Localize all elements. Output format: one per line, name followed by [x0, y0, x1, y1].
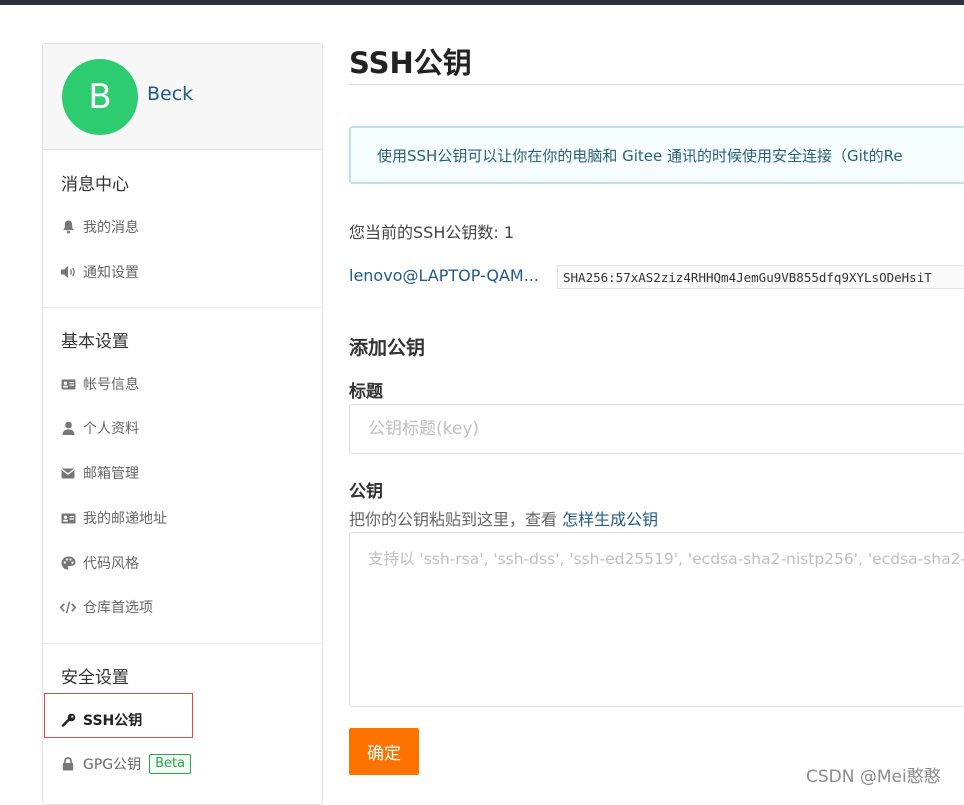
divider — [43, 307, 322, 308]
sidebar-item-email-management[interactable]: 邮箱管理 — [60, 462, 139, 484]
key-icon — [60, 712, 76, 728]
title-divider — [349, 84, 964, 85]
sidebar-item-my-messages[interactable]: 我的消息 — [60, 216, 139, 238]
title-field-label: 标题 — [349, 382, 383, 402]
watermark: CSDN @Mei憨憨 — [806, 767, 941, 787]
sidebar-item-label: 我的消息 — [83, 220, 139, 236]
sidebar-item-account-info[interactable]: 帐号信息 — [60, 373, 139, 395]
sidebar-item-repo-preferences[interactable]: 仓库首选项 — [60, 596, 153, 618]
key-hint: 把你的公钥粘贴到这里，查看 怎样生成公钥 — [349, 506, 658, 530]
sidebar-item-label: 仓库首选项 — [83, 600, 153, 616]
profile-header: B Beck — [43, 44, 322, 150]
code-icon — [60, 599, 76, 615]
section-title-messages: 消息中心 — [61, 175, 129, 195]
username[interactable]: Beck — [147, 83, 193, 105]
sidebar-item-mailing-address[interactable]: 我的邮递地址 — [60, 507, 167, 529]
settings-sidebar: B Beck 消息中心 我的消息 通知设置 基本设置 帐号信息 个人资料 邮箱管… — [42, 43, 323, 805]
how-to-generate-key-link[interactable]: 怎样生成公钥 — [562, 510, 658, 529]
sidebar-item-code-style[interactable]: 代码风格 — [60, 552, 139, 574]
beta-badge: Beta — [149, 754, 192, 774]
key-field-label: 公钥 — [349, 482, 383, 502]
section-title-security-settings: 安全设置 — [61, 668, 129, 688]
sidebar-item-label: 代码风格 — [83, 556, 139, 572]
sidebar-item-gpg-keys[interactable]: GPG公钥 Beta — [60, 753, 192, 775]
sidebar-item-label: GPG公钥 — [83, 757, 142, 773]
sidebar-item-profile[interactable]: 个人资料 — [60, 417, 139, 439]
sidebar-item-ssh-keys[interactable]: SSH公钥 — [60, 709, 142, 731]
info-notice: 使用SSH公钥可以让你在你的电脑和 Gitee 通讯的时候使用安全连接（Git的… — [349, 126, 964, 184]
palette-icon — [60, 555, 76, 571]
speaker-icon — [60, 264, 76, 280]
ssh-key-count: 您当前的SSH公钥数: 1 — [349, 223, 515, 242]
section-title-basic-settings: 基本设置 — [61, 332, 129, 352]
main-content: SSH公钥 使用SSH公钥可以让你在你的电脑和 Gitee 通讯的时候使用安全连… — [349, 0, 964, 792]
page-title: SSH公钥 — [349, 46, 472, 80]
add-key-heading: 添加公钥 — [349, 337, 426, 359]
envelope-icon — [60, 465, 76, 481]
ssh-key-name-link[interactable]: lenovo@LAPTOP-QAM... — [349, 266, 539, 285]
avatar[interactable]: B — [62, 59, 138, 135]
sidebar-item-notification-settings[interactable]: 通知设置 — [60, 261, 139, 283]
address-card-icon — [60, 510, 76, 526]
ssh-key-fingerprint: SHA256:57xAS2ziz4RHHQm4JemGu9VB855dfq9XY… — [557, 265, 964, 289]
sidebar-item-label: 邮箱管理 — [83, 466, 139, 482]
bell-icon — [60, 219, 76, 235]
sidebar-item-label: 个人资料 — [83, 421, 139, 437]
lock-icon — [60, 756, 76, 772]
sidebar-item-label: 通知设置 — [83, 265, 139, 281]
sidebar-item-label: SSH公钥 — [83, 713, 143, 729]
user-icon — [60, 420, 76, 436]
public-key-textarea[interactable] — [349, 532, 964, 707]
sidebar-item-label: 我的邮递地址 — [83, 511, 167, 527]
divider — [43, 643, 322, 644]
sidebar-item-label: 帐号信息 — [83, 377, 139, 393]
submit-button[interactable]: 确定 — [349, 728, 419, 775]
id-card-icon — [60, 376, 76, 392]
key-hint-text: 把你的公钥粘贴到这里，查看 — [349, 510, 563, 529]
key-title-input[interactable] — [349, 404, 964, 454]
